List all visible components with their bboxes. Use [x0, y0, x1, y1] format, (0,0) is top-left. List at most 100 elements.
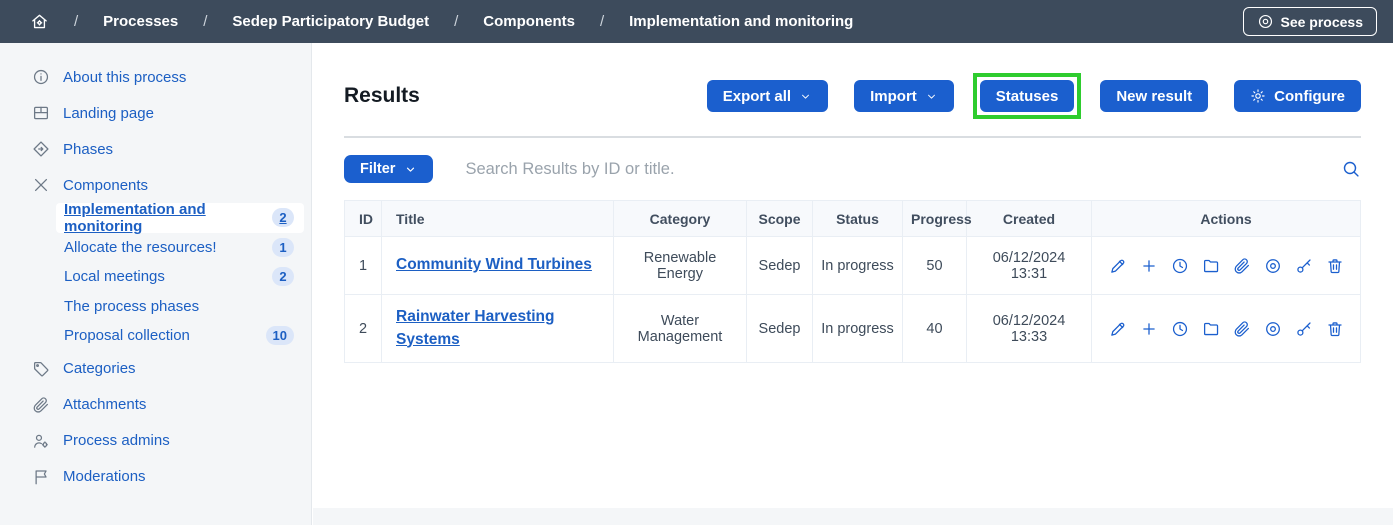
attachments-paperclip-icon[interactable]	[1233, 257, 1251, 275]
sidebar-component-local-meetings[interactable]: Local meetings 2	[56, 262, 304, 292]
add-icon[interactable]	[1140, 320, 1158, 338]
results-table: ID Title Category Scope Status Progress …	[344, 200, 1361, 363]
new-result-button[interactable]: New result	[1100, 80, 1208, 112]
sidebar-item-label: Attachments	[63, 396, 146, 413]
sidebar-component-proposal-collection[interactable]: Proposal collection 10	[56, 321, 304, 351]
layout-icon	[32, 104, 50, 122]
component-label: The process phases	[64, 298, 199, 315]
breadcrumb: / Processes / Sedep Participatory Budget…	[30, 12, 853, 31]
decidim-admin-app: / Processes / Sedep Participatory Budget…	[0, 0, 1393, 525]
sidebar-item-components[interactable]: Components	[0, 167, 311, 203]
col-header-status: Status	[813, 201, 903, 237]
sidebar-item-label: Phases	[63, 141, 113, 158]
attachments-paperclip-icon[interactable]	[1233, 320, 1251, 338]
statuses-label: Statuses	[996, 88, 1059, 105]
component-label: Implementation and monitoring	[64, 201, 272, 235]
permissions-key-icon[interactable]	[1295, 320, 1313, 338]
folder-icon[interactable]	[1202, 320, 1220, 338]
sidebar-item-moderations[interactable]: Moderations	[0, 459, 311, 495]
table-header-row: ID Title Category Scope Status Progress …	[345, 201, 1361, 237]
breadcrumb-current-component[interactable]: Implementation and monitoring	[629, 13, 853, 30]
flag-icon	[32, 468, 50, 486]
result-id: 2	[345, 295, 382, 363]
filter-button[interactable]: Filter	[344, 155, 433, 183]
sidebar-item-categories[interactable]: Categories	[0, 351, 311, 387]
component-label: Proposal collection	[64, 327, 190, 344]
info-icon	[32, 68, 50, 86]
toolbar: Export all Import Statuses New result	[707, 73, 1361, 119]
result-id: 1	[345, 237, 382, 295]
breadcrumb-processes[interactable]: Processes	[103, 13, 178, 30]
breadcrumb-separator: /	[74, 13, 78, 30]
sidebar-item-label: Process admins	[63, 432, 170, 449]
component-label: Allocate the resources!	[64, 239, 217, 256]
sidebar-component-implementation-monitoring[interactable]: Implementation and monitoring 2	[56, 203, 304, 233]
filter-row: Filter	[344, 155, 1361, 183]
chevron-down-icon	[799, 90, 812, 103]
table-row: 1 Community Wind Turbines Renewable Ener…	[345, 237, 1361, 295]
breadcrumb-separator: /	[454, 13, 458, 30]
new-result-label: New result	[1116, 88, 1192, 105]
folder-icon[interactable]	[1202, 257, 1220, 275]
col-header-scope: Scope	[747, 201, 813, 237]
result-status: In progress	[813, 295, 903, 363]
edit-icon[interactable]	[1109, 257, 1127, 275]
breadcrumb-components[interactable]: Components	[483, 13, 575, 30]
history-clock-icon[interactable]	[1171, 320, 1189, 338]
search-button[interactable]	[1341, 159, 1361, 179]
statuses-button[interactable]: Statuses	[980, 80, 1075, 112]
sidebar-item-label: Components	[63, 177, 148, 194]
preview-icon[interactable]	[1264, 257, 1282, 275]
search-input[interactable]	[465, 160, 1309, 179]
col-header-actions: Actions	[1092, 201, 1361, 237]
result-title-link[interactable]: Community Wind Turbines	[396, 256, 592, 273]
edit-icon[interactable]	[1109, 320, 1127, 338]
sidebar-item-label: Moderations	[63, 468, 146, 485]
phases-icon	[32, 140, 50, 158]
delete-trash-icon[interactable]	[1326, 257, 1344, 275]
col-header-created: Created	[967, 201, 1092, 237]
sidebar-item-phases[interactable]: Phases	[0, 131, 311, 167]
import-button[interactable]: Import	[854, 80, 954, 112]
sidebar-item-label: Landing page	[63, 105, 154, 122]
result-title-link[interactable]: Rainwater Harvesting Systems	[396, 308, 555, 347]
import-label: Import	[870, 88, 917, 105]
result-created: 06/12/2024 13:33	[967, 295, 1092, 363]
delete-trash-icon[interactable]	[1326, 320, 1344, 338]
sidebar-item-label: Categories	[63, 360, 136, 377]
history-clock-icon[interactable]	[1171, 257, 1189, 275]
configure-label: Configure	[1274, 88, 1345, 105]
breadcrumb-process-name[interactable]: Sedep Participatory Budget	[232, 13, 429, 30]
sidebar-item-process-admins[interactable]: Process admins	[0, 423, 311, 459]
created-date: 06/12/2024	[975, 313, 1083, 329]
permissions-key-icon[interactable]	[1295, 257, 1313, 275]
created-time: 13:33	[975, 329, 1083, 345]
sidebar-item-attachments[interactable]: Attachments	[0, 387, 311, 423]
sidebar: About this process Landing page Phases C…	[0, 43, 312, 525]
sidebar-item-label: About this process	[63, 69, 186, 86]
tools-icon	[32, 176, 50, 194]
created-date: 06/12/2024	[975, 250, 1083, 266]
gear-icon	[1250, 88, 1266, 104]
sidebar-component-allocate-resources[interactable]: Allocate the resources! 1	[56, 233, 304, 263]
see-process-button[interactable]: See process	[1243, 7, 1378, 36]
tag-icon	[32, 360, 50, 378]
footer-strip	[313, 508, 1393, 525]
export-all-label: Export all	[723, 88, 791, 105]
sidebar-item-landing-page[interactable]: Landing page	[0, 95, 311, 131]
chevron-down-icon	[404, 163, 417, 176]
preview-icon[interactable]	[1264, 320, 1282, 338]
count-badge: 10	[266, 326, 294, 345]
home-icon[interactable]	[30, 12, 49, 31]
sidebar-item-about[interactable]: About this process	[0, 59, 311, 95]
export-all-button[interactable]: Export all	[707, 80, 828, 112]
breadcrumb-separator: /	[203, 13, 207, 30]
header-divider	[344, 136, 1361, 138]
see-process-label: See process	[1281, 14, 1364, 30]
add-icon[interactable]	[1140, 257, 1158, 275]
sidebar-component-process-phases[interactable]: The process phases	[56, 292, 304, 322]
count-badge: 1	[272, 238, 294, 257]
col-header-title: Title	[382, 201, 614, 237]
configure-button[interactable]: Configure	[1234, 80, 1361, 112]
user-settings-icon	[32, 432, 50, 450]
